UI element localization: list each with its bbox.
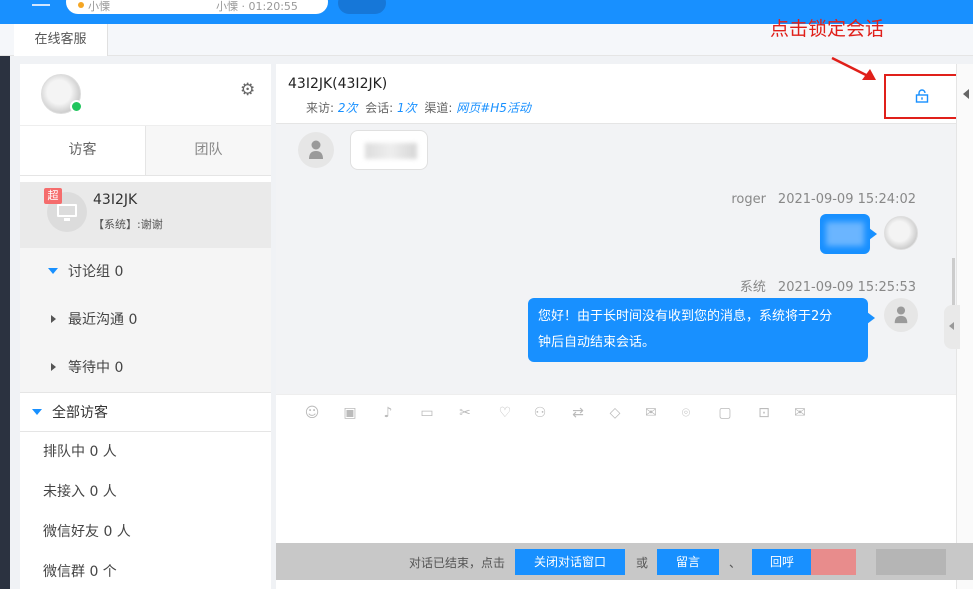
message-meta: roger 2021-09-09 15:24:02	[731, 192, 916, 207]
screen-icon[interactable]: ⊡	[756, 405, 772, 421]
message-sender: roger	[731, 192, 766, 207]
blurred-text	[365, 143, 417, 159]
group-label: 最近沟通 0	[68, 312, 138, 328]
annotation-label: 点击锁定会话	[770, 18, 885, 40]
caret-down-icon	[32, 409, 42, 415]
status-pill[interactable]: 小慄 小慄 · 01:20:55	[66, 0, 328, 14]
message-time: 2021-09-09 15:25:53	[777, 280, 916, 295]
annotation-arrow-icon	[831, 56, 876, 80]
callback-button[interactable]: 回呼	[752, 549, 812, 575]
user-transfer-icon[interactable]: ⚇	[532, 405, 548, 421]
sessions-value: 1次	[397, 101, 417, 115]
message-time: 2021-09-09 15:24:02	[777, 192, 916, 207]
system-avatar	[884, 298, 918, 332]
chat-panel: 43I2JK(43I2JK) 来访: 2次 会话: 1次 渠道: 网页#H5活动	[276, 64, 961, 589]
tab-online-service[interactable]: 在线客服	[14, 24, 108, 56]
all-visitors-label: 全部访客	[52, 405, 108, 421]
agent-message-bubble	[820, 214, 877, 254]
agent-avatar	[884, 216, 918, 250]
side-panel-toggle[interactable]	[944, 305, 960, 349]
status-dot-icon	[78, 2, 84, 8]
ended-text: 对话已结束，点击	[409, 556, 506, 570]
chat-title: 43I2JK(43I2JK)	[288, 76, 388, 92]
system-message-bubble: 您好！由于长时间没有收到您的消息，系统将于2分 钟后自动结束会话。	[528, 298, 875, 362]
caret-down-icon	[48, 268, 58, 274]
agent-header: ⚙	[20, 64, 271, 126]
message-list: roger 2021-09-09 15:24:02 系统 2021-09-09 15…	[276, 124, 956, 394]
stat-unaccepted[interactable]: 未接入 0 人	[20, 472, 271, 512]
visitor-list-item[interactable]: 超 43I2JK 【系统】:谢谢	[20, 182, 271, 248]
person-icon	[309, 140, 323, 159]
topbar-action-button[interactable]	[338, 0, 386, 14]
tag-icon[interactable]: ◇	[607, 405, 623, 421]
folder-icon[interactable]: ▭	[419, 405, 435, 421]
stat-queue[interactable]: 排队中 0 人	[20, 432, 271, 472]
system-message-line: 钟后自动结束会话。	[538, 335, 656, 350]
or-text: 或	[636, 556, 649, 570]
channel-label: 渠道:	[424, 101, 453, 115]
visits-label: 来访:	[306, 101, 335, 115]
sidebar-tabs: 访客 团队	[20, 126, 271, 176]
visitor-avatar	[298, 132, 334, 168]
stat-wechat-groups[interactable]: 微信群 0 个	[20, 552, 271, 589]
left-nav-edge	[0, 56, 10, 589]
ghost-button	[811, 549, 856, 575]
close-chat-button[interactable]: 关闭对话窗口	[515, 549, 625, 575]
emoji-icon[interactable]: ☺	[304, 405, 320, 421]
location-icon[interactable]: ⌾	[678, 405, 694, 421]
visitor-message-bubble	[350, 130, 428, 170]
group-waiting[interactable]: 等待中 0	[20, 344, 271, 392]
monitor-icon	[57, 204, 77, 221]
caret-right-icon	[51, 363, 56, 371]
person-icon	[894, 306, 908, 324]
gear-icon[interactable]: ⚙	[240, 80, 255, 100]
video-icon[interactable]: ▢	[717, 405, 733, 421]
visits-value: 2次	[337, 101, 358, 115]
group-recent[interactable]: 最近沟通 0	[20, 296, 271, 344]
agent-avatar[interactable]	[41, 74, 83, 114]
separator-text: 、	[729, 556, 742, 570]
image-icon[interactable]: ▣	[342, 405, 358, 421]
caret-right-icon	[51, 315, 56, 323]
sessions-label: 会话:	[365, 101, 394, 115]
collapse-left-icon[interactable]	[963, 89, 969, 99]
system-message-line: 您好！由于长时间没有收到您的消息，系统将于2分	[538, 309, 833, 324]
lock-highlight-box	[884, 74, 961, 119]
stat-wechat-friends[interactable]: 微信好友 0 人	[20, 512, 271, 552]
message-meta: 系统 2021-09-09 15:25:53	[740, 276, 916, 295]
visitor-sidebar: ⚙ 访客 团队 超 43I2JK 【系统】:谢谢 讨论组 0 最近沟通 0 等待…	[20, 64, 271, 589]
message-sender: 系统	[739, 280, 766, 295]
group-label: 讨论组 0	[68, 264, 124, 280]
all-visitors-header[interactable]: 全部访客	[20, 392, 271, 432]
tab-team[interactable]: 团队	[145, 126, 271, 175]
heart-icon[interactable]: ♡	[497, 405, 513, 421]
pill-field-2: 小慄 · 01:20:55	[216, 0, 298, 13]
visitor-last-message: 【系统】:谢谢	[93, 218, 163, 231]
group-label: 等待中 0	[68, 360, 124, 376]
swap-icon[interactable]: ⇄	[570, 405, 586, 421]
mail-icon[interactable]: ✉	[643, 405, 659, 421]
session-ended-bar: 对话已结束，点击 关闭对话窗口 或 留言 、 回呼	[276, 543, 973, 580]
tab-visitors[interactable]: 访客	[20, 126, 145, 175]
envelope-icon[interactable]: ✉	[792, 405, 808, 421]
leave-message-button[interactable]: 留言	[657, 549, 719, 575]
online-status-icon	[70, 100, 83, 113]
group-discussion[interactable]: 讨论组 0	[20, 248, 271, 296]
chat-meta: 来访: 2次 会话: 1次 渠道: 网页#H5活动	[306, 99, 531, 116]
ghost-button	[876, 549, 946, 575]
unlock-icon[interactable]	[915, 89, 929, 103]
channel-value: 网页#H5活动	[456, 101, 531, 115]
menu-icon[interactable]	[32, 0, 50, 6]
scissors-icon[interactable]: ✂	[457, 405, 473, 421]
input-toolbar: ☺ ▣ ♪ ▭ ✂ ♡ ⚇ ⇄ ◇ ✉ ⌾ ▢ ⊡ ✉	[276, 394, 956, 430]
vip-badge: 超	[44, 188, 62, 204]
blurred-text	[826, 222, 864, 246]
visitor-name: 43I2JK	[93, 192, 138, 208]
pill-field-1: 小慄	[88, 0, 110, 13]
mic-icon[interactable]: ♪	[380, 405, 396, 421]
